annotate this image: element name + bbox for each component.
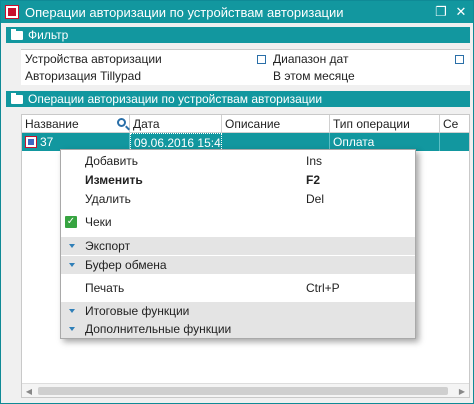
filter-section-header[interactable]: Фильтр [6,27,470,43]
folder-icon [11,28,23,40]
context-menu: Добавить Ins Изменить F2 Удалить Del ✓ Ч… [60,149,416,339]
menu-group-export[interactable]: Экспорт [61,237,415,255]
search-icon[interactable] [117,118,126,127]
menu-item-label: Удалить [85,192,131,206]
column-header-date[interactable]: Дата [130,115,222,133]
filter-devices-checkbox[interactable] [257,55,266,64]
menu-item-label: Экспорт [85,239,131,253]
filter-dates-header: Диапазон дат [273,52,349,66]
chevron-down-icon [69,263,75,267]
filter-dates-checkbox[interactable] [455,55,464,64]
menu-group-additional-functions[interactable]: Дополнительные функции [61,320,415,338]
filter-dates-value[interactable]: В этом месяце [273,69,355,83]
menu-item-shortcut: Del [306,192,325,206]
main-window: Операции авторизации по устройствам авто… [0,0,474,404]
chevron-down-icon [69,327,75,331]
cell-extra[interactable] [440,133,470,151]
filter-devices-value[interactable]: Авторизация Tillypad [25,69,141,83]
document-icon [25,136,37,148]
menu-item-edit[interactable]: Изменить F2 [61,171,415,189]
scrollbar-thumb[interactable] [38,387,448,395]
menu-item-label: Буфер обмена [85,258,167,272]
grid-section-header[interactable]: Операции авторизации по устройствам авто… [6,91,470,107]
filter-devices-header: Устройства авторизации [25,52,162,66]
close-button[interactable]: ✕ [455,4,467,19]
column-header-operation-type[interactable]: Тип операции [330,115,440,133]
menu-item-label: Добавить [85,154,139,168]
window-title: Операции авторизации по устройствам авто… [25,4,344,20]
scroll-left-icon[interactable]: ◀ [22,384,36,398]
menu-item-shortcut: Ins [306,154,323,168]
menu-item-label: Изменить [85,173,143,187]
menu-group-summary-functions[interactable]: Итоговые функции [61,302,415,320]
horizontal-scrollbar[interactable]: ◀ ▶ [22,383,469,397]
menu-item-shortcut: F2 [306,173,321,187]
grid-section-label: Операции авторизации по устройствам авто… [28,92,323,106]
app-window-icon [5,5,19,19]
menu-item-receipts[interactable]: ✓ Чеки [61,213,415,231]
scroll-right-icon[interactable]: ▶ [455,384,469,398]
column-header-extra[interactable]: Се [440,115,470,133]
column-header-description[interactable]: Описание [222,115,330,133]
checkmark-icon: ✓ [65,216,77,228]
menu-item-label: Чеки [85,215,112,229]
title-bar: Операции авторизации по устройствам авто… [1,1,473,23]
menu-item-label: Итоговые функции [85,304,190,318]
menu-item-label: Дополнительные функции [85,322,232,336]
restore-button[interactable]: ❐ [435,4,447,19]
menu-item-add[interactable]: Добавить Ins [61,152,415,170]
chevron-down-icon [69,244,75,248]
menu-group-clipboard[interactable]: Буфер обмена [61,256,415,274]
menu-item-shortcut: Ctrl+P [306,281,340,295]
folder-icon [11,92,23,104]
grid-header: Название Дата Описание Тип операции Се [22,115,469,133]
column-header-name[interactable]: Название [22,115,130,133]
menu-item-delete[interactable]: Удалить Del [61,190,415,208]
chevron-down-icon [69,309,75,313]
menu-item-print[interactable]: Печать Ctrl+P [61,279,415,297]
filter-panel: Устройства авторизации Диапазон дат Авто… [21,49,470,85]
filter-section-label: Фильтр [28,28,69,42]
menu-item-label: Печать [85,281,125,295]
